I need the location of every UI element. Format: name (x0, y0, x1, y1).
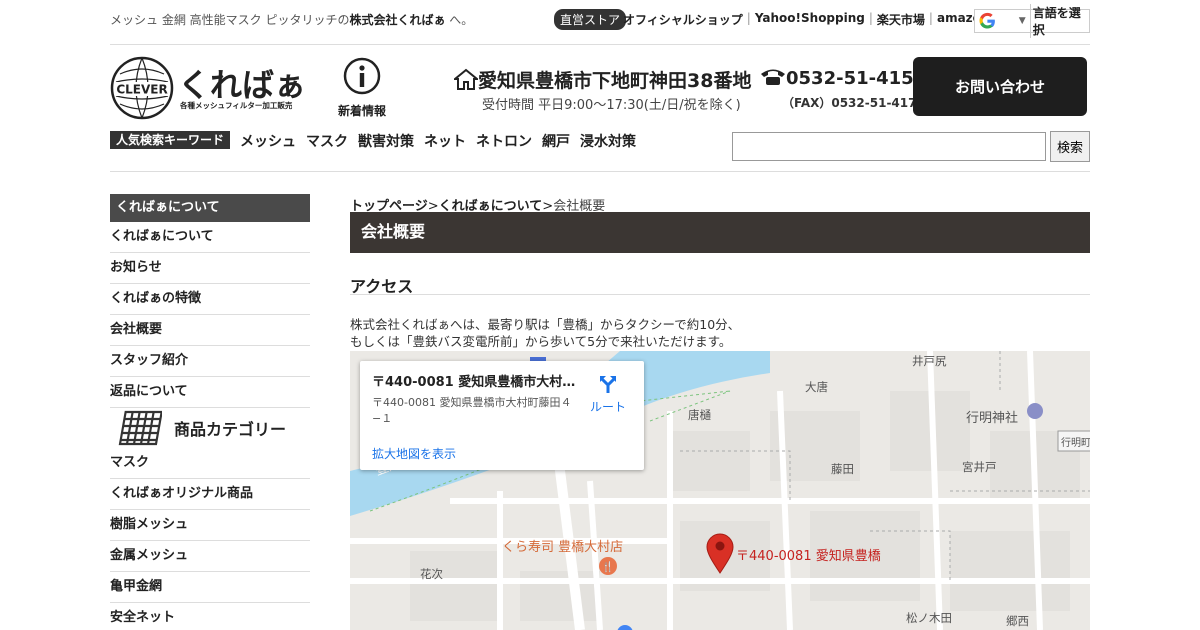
shop-badge: 直営ストア (554, 9, 627, 30)
business-hours: 受付時間 平日9:00～17:30(土/日/祝を除く) (482, 98, 741, 113)
phone[interactable]: 0532-51-4151 (760, 68, 926, 89)
shrine-icon[interactable] (1027, 403, 1043, 419)
keyword-flood[interactable]: 浸水対策 (580, 131, 636, 151)
tagline: メッシュ 金網 高性能マスク ピッタリッチの株式会社くればぁ へ。 (110, 11, 473, 28)
address: 愛知県豊橋市下地町神田38番地 (452, 66, 752, 93)
access-line: もしくは「豊鉄バス変電所前」から歩いて5分で来社いただけます。 (350, 334, 732, 349)
map-label: 藤田 (831, 462, 854, 476)
sidebar-category-list: マスク くればぁオリジナル商品 樹脂メッシュ 金属メッシュ 亀甲金網 安全ネット (110, 448, 310, 630)
map-label: 宮井戸 (962, 460, 997, 474)
map-label: 花次 (420, 567, 443, 581)
map-label: 郷西 (1006, 614, 1029, 628)
news-link[interactable]: 新着情報 (334, 56, 390, 118)
pin-label: 〒440-0081 愛知県豊橋 (736, 549, 881, 564)
keyword-mask[interactable]: マスク (306, 131, 348, 151)
map-label: 松ノ木田 (906, 611, 952, 625)
contact-button[interactable]: お問い合わせ (913, 57, 1087, 116)
tagline-text: メッシュ 金網 高性能マスク ピッタリッチの (110, 13, 350, 27)
mesh-icon (118, 410, 162, 446)
phone-icon (761, 69, 785, 85)
fax-number: （FAX）0532-51-4177 (782, 96, 925, 110)
separator: | (928, 11, 933, 25)
sidebar-item-staff[interactable]: スタッフ紹介 (110, 346, 310, 377)
news-label: 新着情報 (337, 104, 386, 118)
chevron-down-icon: ▼ (1018, 16, 1026, 26)
keyword-mesh[interactable]: メッシュ (240, 131, 296, 151)
enlarge-map-link[interactable]: 拡大地図を表示 (372, 445, 456, 462)
search-button[interactable]: 検索 (1050, 131, 1090, 162)
shop-link-official[interactable]: オフィシャルショップ (623, 11, 743, 28)
access-text: 株式会社くればぁへは、最寄り駅は「豊橋」からタクシーで約10分、 もしくは「豊鉄… (350, 316, 740, 350)
home-icon (452, 68, 480, 90)
sidebar-item-features[interactable]: くればぁの特徴 (110, 284, 310, 315)
tagline-end: へ。 (449, 13, 474, 27)
sidebar-item-original[interactable]: くればぁオリジナル商品 (110, 479, 310, 510)
shop-link-yahoo[interactable]: Yahoo!Shopping (755, 11, 865, 28)
svg-text:くればぁ: くればぁ (178, 66, 306, 104)
keyword-label: 人気検索キーワード (110, 131, 230, 149)
google-icon (979, 12, 995, 29)
sidebar-item-mask[interactable]: マスク (110, 448, 310, 479)
keyword-animal[interactable]: 獣害対策 (358, 131, 414, 151)
category-heading-text: 商品カテゴリー (174, 420, 287, 439)
keyword-net[interactable]: ネット (424, 131, 466, 151)
search-input[interactable] (732, 132, 1046, 161)
shop-link-rakuten[interactable]: 楽天市場 (877, 11, 925, 28)
place-name: 〒440-0081 愛知県豊橋市大村町藤田４−１ (372, 375, 582, 390)
sidebar-item-company[interactable]: 会社概要 (110, 315, 310, 346)
keyword-netron[interactable]: ネトロン (476, 131, 532, 151)
map-label: 行明神社 (966, 411, 1019, 426)
directions-icon (600, 376, 616, 393)
keyword-screen[interactable]: 網戸 (542, 131, 570, 151)
page-title: 会社概要 (350, 212, 1090, 253)
phone-number: 0532-51-4151 (786, 68, 927, 89)
divider (110, 44, 1090, 45)
logo[interactable]: CLEVER くればぁ 各種メッシュフィルター加工販売 (110, 54, 310, 122)
map-label: 大唐 (805, 380, 828, 394)
sidebar-item-returns[interactable]: 返品について (110, 377, 310, 408)
sidebar-item-metal-mesh[interactable]: 金属メッシュ (110, 541, 310, 572)
route-button[interactable]: ルート (588, 373, 628, 415)
sidebar-heading: くればぁについて (110, 194, 310, 222)
sidebar-item-news[interactable]: お知らせ (110, 253, 310, 284)
keyword-list: メッシュ マスク 獣害対策 ネット ネトロン 網戸 浸水対策 (240, 131, 636, 151)
language-select[interactable]: ▼ 言語を選択 (974, 4, 1090, 38)
map-label: 唐樋 (688, 408, 711, 422)
map-label: くら寿司 豊橋大村店 (502, 540, 624, 555)
access-line: 株式会社くればぁへは、最寄り駅は「豊橋」からタクシーで約10分、 (350, 317, 741, 332)
sidebar-about-list: くればぁについて お知らせ くればぁの特徴 会社概要 スタッフ紹介 返品について (110, 222, 310, 408)
separator: | (868, 11, 873, 25)
info-icon (343, 57, 381, 95)
svg-text:CLEVER: CLEVER (116, 83, 167, 97)
shop-links: オフィシャルショップ | Yahoo!Shopping | 楽天市場 | ama… (623, 11, 989, 28)
tagline-company: 株式会社くればぁ (349, 13, 446, 27)
sidebar-item-about[interactable]: くればぁについて (110, 222, 310, 253)
route-label: ルート (589, 400, 626, 414)
address-text: 愛知県豊橋市下地町神田38番地 (478, 70, 752, 92)
place-address: 〒440-0081 愛知県豊橋市大村町藤田４−１ (372, 396, 572, 425)
map-label: 井戸尻 (912, 354, 947, 368)
svg-text:各種メッシュフィルター加工販売: 各種メッシュフィルター加工販売 (179, 100, 293, 110)
page: メッシュ 金網 高性能マスク ピッタリッチの株式会社くればぁ へ。 直営ストア … (0, 0, 1200, 630)
svg-text:🍴: 🍴 (602, 560, 614, 573)
sidebar-item-hexagonal[interactable]: 亀甲金網 (110, 572, 310, 603)
separator: | (746, 11, 751, 25)
divider (350, 294, 1090, 295)
sidebar-item-safety-net[interactable]: 安全ネット (110, 603, 310, 630)
language-label: 言語を選択 (1029, 4, 1089, 38)
sidebar-item-resin-mesh[interactable]: 樹脂メッシュ (110, 510, 310, 541)
map-info-card: 〒440-0081 愛知県豊橋市大村町藤田４−１ 〒440-0081 愛知県豊橋… (360, 361, 644, 470)
divider (110, 171, 1090, 172)
category-heading: 商品カテゴリー (118, 410, 286, 446)
map-label: 行明町 (1061, 438, 1090, 449)
